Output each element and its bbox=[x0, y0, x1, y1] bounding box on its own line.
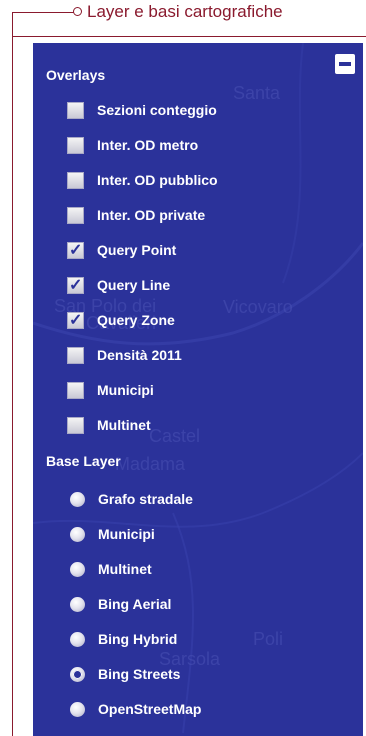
base-layer-label: Bing Aerial bbox=[98, 596, 172, 612]
minimize-button[interactable] bbox=[335, 54, 355, 74]
base-layer-radio[interactable] bbox=[70, 561, 85, 577]
callout-connector bbox=[12, 12, 74, 13]
overlay-label: Municipi bbox=[97, 382, 154, 398]
base-layer-label: OpenStreetMap bbox=[98, 701, 202, 717]
map-label-poli: Poli bbox=[253, 629, 284, 649]
overlay-row[interactable]: Inter. OD pubblico bbox=[67, 168, 218, 192]
base-layer-radio[interactable] bbox=[70, 701, 85, 717]
base-layer-radio[interactable] bbox=[70, 526, 85, 542]
overlay-row[interactable]: Query Line bbox=[67, 273, 170, 297]
overlay-checkbox[interactable] bbox=[67, 240, 84, 260]
callout-divider bbox=[12, 36, 366, 37]
base-layer-label: Municipi bbox=[98, 526, 155, 542]
base-layer-row[interactable]: Multinet bbox=[70, 557, 152, 581]
map-label-vicovaro: Vicovaro bbox=[223, 297, 293, 317]
base-layer-row[interactable]: Bing Aerial bbox=[70, 592, 171, 616]
overlay-label: Densità 2011 bbox=[97, 347, 182, 363]
base-layer-radio[interactable] bbox=[70, 666, 85, 682]
map-label-castel: Castel bbox=[149, 426, 201, 446]
base-layer-radio[interactable] bbox=[70, 491, 85, 507]
overlay-checkbox[interactable] bbox=[67, 171, 84, 189]
callout-marker bbox=[73, 7, 82, 16]
overlay-row[interactable]: Municipi bbox=[67, 378, 154, 402]
overlay-row[interactable]: Multinet bbox=[67, 413, 151, 437]
base-layer-label: Bing Streets bbox=[98, 666, 181, 682]
base-layer-radio[interactable] bbox=[70, 631, 85, 647]
overlay-row[interactable]: Sezioni conteggio bbox=[67, 98, 217, 122]
overlay-checkbox[interactable] bbox=[67, 101, 84, 119]
overlay-checkbox[interactable] bbox=[67, 136, 84, 154]
callout-label: Layer e basi cartografiche bbox=[87, 2, 283, 21]
overlay-checkbox[interactable] bbox=[67, 206, 84, 224]
overlay-checkbox[interactable] bbox=[67, 346, 84, 364]
base-layer-row[interactable]: Bing Hybrid bbox=[70, 627, 177, 651]
overlay-checkbox[interactable] bbox=[67, 275, 84, 295]
base-layer-row[interactable]: OpenStreetMap bbox=[70, 697, 201, 721]
overlay-row[interactable]: Query Point bbox=[67, 238, 176, 262]
overlay-label: Inter. OD pubblico bbox=[97, 172, 218, 188]
overlay-label: Sezioni conteggio bbox=[97, 102, 217, 118]
base-layer-row[interactable]: Grafo stradale bbox=[70, 487, 193, 511]
base-layer-label: Bing Hybrid bbox=[98, 631, 178, 647]
overlay-checkbox[interactable] bbox=[67, 416, 84, 434]
layer-switcher-panel: San Polo dei Cavalieri Vicovaro Castel M… bbox=[33, 43, 363, 736]
base-layer-row[interactable]: Municipi bbox=[70, 522, 155, 546]
overlay-label: Inter. OD private bbox=[97, 207, 206, 223]
base-layer-label: Grafo stradale bbox=[98, 491, 193, 507]
map-label-santa: Santa bbox=[233, 83, 281, 103]
overlay-checkbox[interactable] bbox=[67, 381, 84, 399]
map-label-madama: Madama bbox=[115, 454, 186, 474]
overlay-label: Inter. OD metro bbox=[97, 137, 199, 153]
overlay-label: Multinet bbox=[97, 417, 151, 433]
overlay-label: Query Point bbox=[97, 242, 177, 258]
overlays-title: Overlays bbox=[46, 67, 106, 83]
base-layer-label: Multinet bbox=[98, 561, 152, 577]
callout-line bbox=[12, 12, 13, 736]
overlay-label: Query Line bbox=[97, 277, 171, 293]
overlay-row[interactable]: Query Zone bbox=[67, 308, 175, 332]
base-layer-title: Base Layer bbox=[46, 453, 121, 469]
overlay-row[interactable]: Inter. OD metro bbox=[67, 133, 198, 157]
base-layer-row[interactable]: Bing Streets bbox=[70, 662, 180, 686]
overlay-checkbox[interactable] bbox=[67, 310, 84, 330]
overlay-label: Query Zone bbox=[97, 312, 175, 328]
overlay-row[interactable]: Inter. OD private bbox=[67, 203, 205, 227]
overlay-row[interactable]: Densità 2011 bbox=[67, 343, 182, 367]
base-layer-radio[interactable] bbox=[70, 596, 85, 612]
